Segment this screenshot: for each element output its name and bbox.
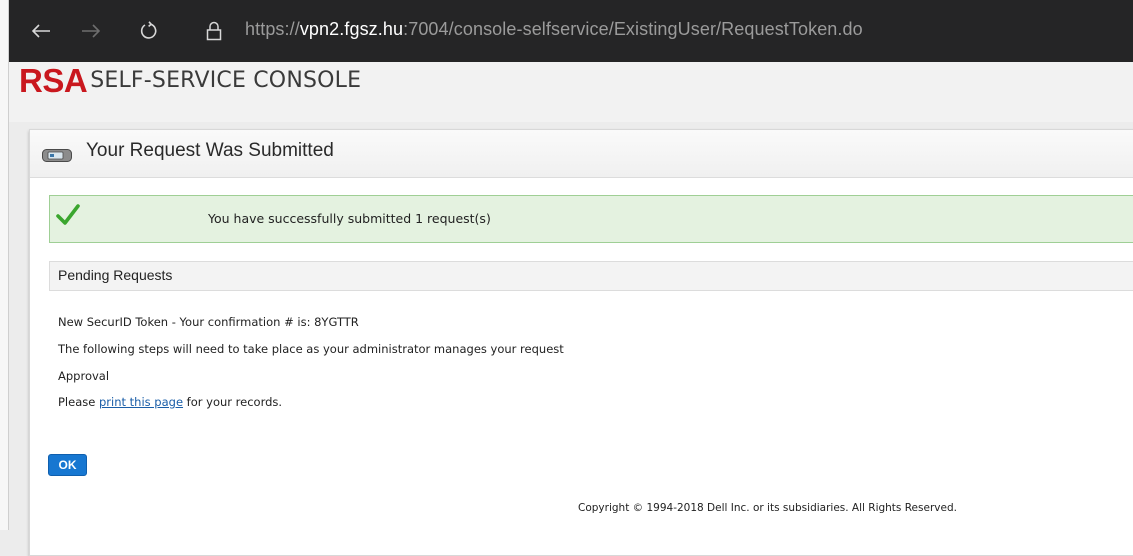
checkmark-icon (56, 203, 80, 231)
site-info-button[interactable] (199, 0, 229, 62)
ok-button[interactable]: OK (48, 454, 87, 476)
success-message-box: You have successfully submitted 1 reques… (49, 195, 1133, 243)
address-bar[interactable]: https://vpn2.fgsz.hu:7004/console-selfse… (245, 19, 863, 40)
lock-icon (206, 21, 222, 41)
logo-rsa-mark: RSA (19, 62, 88, 99)
page-title: Your Request Was Submitted (86, 140, 334, 161)
url-scheme: https:// (245, 19, 300, 39)
page-content: RSA SELF-SERVICE CONSOLE Your Request Wa… (9, 62, 1133, 556)
refresh-button[interactable] (129, 0, 169, 62)
window-edge (0, 0, 9, 530)
print-instruction: Please print this page for your records. (58, 395, 282, 409)
print-suffix-text: for your records. (183, 395, 283, 409)
forward-button[interactable] (71, 0, 111, 62)
console-header: RSA SELF-SERVICE CONSOLE (9, 62, 1133, 122)
url-path: :7004/console-selfservice/ExistingUser/R… (403, 19, 863, 39)
token-icon (42, 147, 72, 166)
rsa-logo: RSA SELF-SERVICE CONSOLE (19, 62, 362, 99)
success-message: You have successfully submitted 1 reques… (208, 211, 491, 226)
browser-toolbar: https://vpn2.fgsz.hu:7004/console-selfse… (9, 0, 1133, 62)
panel-title-bar: Your Request Was Submitted (30, 130, 1133, 178)
request-panel: Your Request Was Submitted You have succ… (29, 129, 1133, 556)
steps-line: The following steps will need to take pl… (58, 342, 564, 356)
url-host: vpn2.fgsz.hu (299, 19, 404, 39)
logo-product-name: SELF-SERVICE CONSOLE (90, 68, 362, 93)
forward-arrow-icon (82, 24, 101, 38)
back-button[interactable] (21, 0, 61, 62)
approval-step: Approval (58, 369, 110, 383)
pending-requests-header: Pending Requests (49, 261, 1133, 291)
refresh-icon (140, 21, 157, 39)
back-arrow-icon (31, 24, 50, 38)
print-page-link[interactable]: print this page (99, 395, 183, 409)
copyright-footer: Copyright © 1994-2018 Dell Inc. or its s… (578, 502, 957, 514)
print-prefix-text: Please (58, 395, 99, 409)
pending-requests-title: Pending Requests (58, 267, 173, 283)
confirmation-line: New SecurID Token - Your confirmation # … (58, 315, 359, 329)
